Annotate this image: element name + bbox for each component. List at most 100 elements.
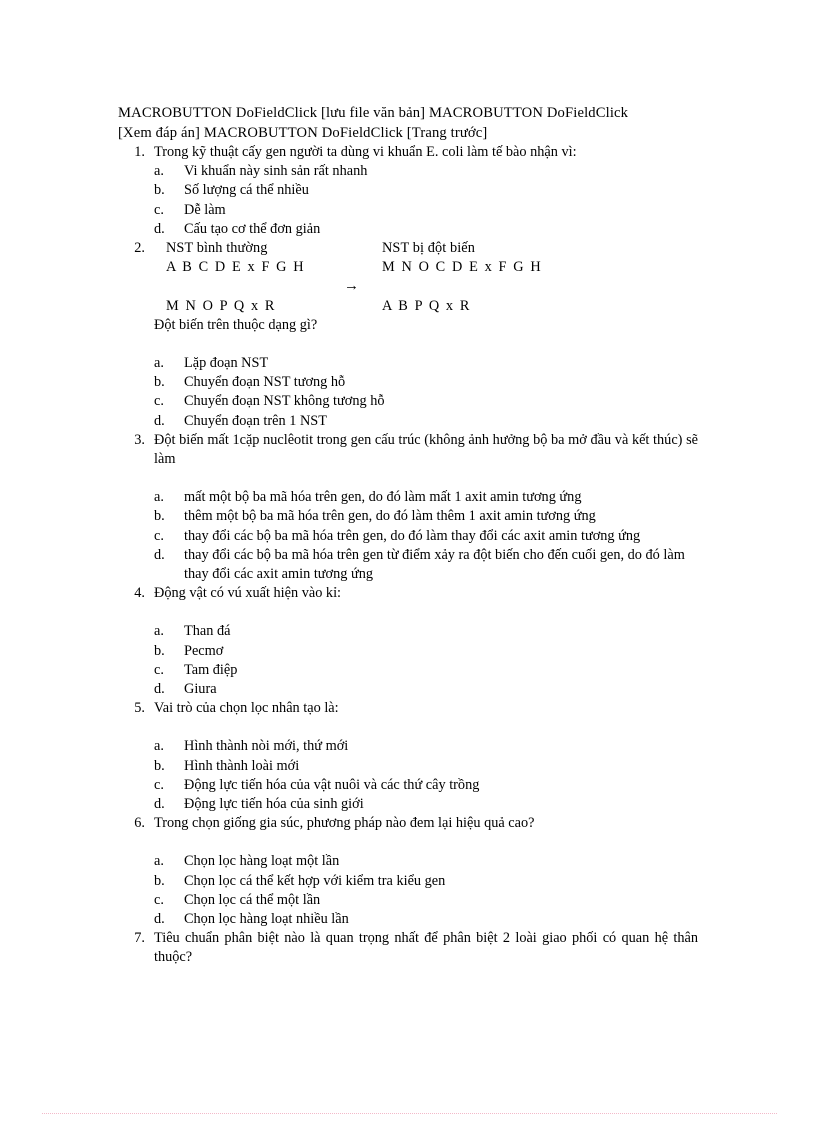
chromosome-label-normal: NST bình thường (166, 240, 268, 257)
answer-item[interactable]: a. Lặp đoạn NST (154, 354, 698, 373)
answer-list: a. mất một bộ ba mã hóa trên gen, do đó … (154, 488, 698, 584)
answer-letter: a. (154, 354, 164, 371)
question-prompt: Đột biến trên thuộc dạng gì? (154, 316, 318, 333)
answer-item[interactable]: c. Dễ làm (154, 201, 698, 220)
answer-list: a. Hình thành nòi mới, thứ mới b. Hình t… (154, 737, 698, 814)
answer-letter: b. (154, 872, 165, 889)
answer-item[interactable]: a. Hình thành nòi mới, thứ mới (154, 737, 698, 756)
answer-text: Dễ làm (184, 201, 226, 218)
answer-text: Chuyển đoạn NST tương hỗ (184, 374, 346, 391)
question-text: Vai trò của chọn lọc nhân tạo là: (154, 700, 339, 717)
answer-text: mất một bộ ba mã hóa trên gen, do đó làm… (184, 489, 582, 506)
answer-list: a. Vi khuẩn này sinh sản rất nhanh b. Số… (154, 162, 698, 239)
macro-header: MACROBUTTON DoFieldClick [lưu file văn b… (118, 104, 698, 143)
answer-item[interactable]: d. thay đổi các bộ ba mã hóa trên gen từ… (154, 546, 698, 584)
answer-item[interactable]: a. Chọn lọc hàng loạt một lần (154, 852, 698, 871)
answer-text: Động lực tiến hóa của sinh giới (184, 796, 364, 813)
question-text: Tiêu chuẩn phân biệt nào là quan trọng n… (154, 930, 698, 966)
answer-item[interactable]: d. Giura (154, 680, 698, 699)
answer-text: Pecmơ (184, 642, 224, 659)
answer-text: Chọn lọc hàng loạt nhiều lần (184, 911, 349, 928)
question-text: Đột biến mất 1cặp nuclêotit trong gen cấ… (154, 431, 698, 467)
answer-letter: c. (154, 776, 164, 793)
answer-item[interactable]: b. Số lượng cá thể nhiều (154, 181, 698, 200)
question-text: Trong chọn giống gia súc, phương pháp nà… (154, 815, 535, 832)
answer-text: Cấu tạo cơ thể đơn giản (184, 220, 321, 237)
question-item: 1. Trong kỹ thuật cấy gen người ta dùng … (118, 143, 698, 239)
question-item: 2. NST bình thường NST bị đột biến A B C… (118, 239, 698, 431)
answer-letter: b. (154, 757, 165, 774)
answer-text: Giura (184, 681, 217, 698)
question-number: 7. (134, 930, 145, 947)
answer-letter: a. (154, 623, 164, 640)
question-number: 6. (134, 815, 145, 832)
answer-item[interactable]: d. Chọn lọc hàng loạt nhiều lần (154, 910, 698, 929)
answer-letter: c. (154, 661, 164, 678)
question-number: 1. (134, 144, 145, 160)
chromosome-sequence-left-1: A B C D E x F G H (166, 259, 306, 276)
answer-item[interactable]: c. Chọn lọc cá thể một lần (154, 891, 698, 910)
chromosome-sequence-row: A B C D E x F G H M N O C D E x F G H (154, 258, 698, 277)
question-number: 4. (134, 585, 145, 602)
answer-letter: a. (154, 738, 164, 755)
answer-item[interactable]: b. Pecmơ (154, 642, 698, 661)
answer-letter: b. (154, 374, 165, 391)
question-text: Trong kỹ thuật cấy gen người ta dùng vi … (154, 144, 577, 160)
question-text: Động vật có vú xuất hiện vào kỉ: (154, 585, 342, 602)
question-list: 1. Trong kỹ thuật cấy gen người ta dùng … (118, 143, 698, 968)
chromosome-label-mutant: NST bị đột biến (382, 240, 475, 257)
question-item: 7. Tiêu chuẩn phân biệt nào là quan trọn… (118, 929, 698, 967)
answer-item[interactable]: d. Chuyển đoạn trên 1 NST (154, 412, 698, 431)
answer-list: a. Chọn lọc hàng loạt một lần b. Chọn lọ… (154, 852, 698, 929)
macro-header-line-2: [Xem đáp án] MACROBUTTON DoFieldClick [T… (118, 124, 488, 141)
question-item: 3. Đột biến mất 1cặp nuclêotit trong gen… (118, 431, 698, 584)
answer-letter: b. (154, 642, 165, 659)
answer-letter: d. (154, 796, 165, 813)
answer-item[interactable]: c. Tam điệp (154, 661, 698, 680)
answer-item[interactable]: b. Chọn lọc cá thể kết hợp với kiểm tra … (154, 872, 698, 891)
answer-text: Hình thành nòi mới, thứ mới (184, 738, 349, 755)
answer-list: a. Lặp đoạn NST b. Chuyển đoạn NST tương… (154, 354, 698, 431)
answer-item[interactable]: a. mất một bộ ba mã hóa trên gen, do đó … (154, 488, 698, 507)
answer-text: Vi khuẩn này sinh sản rất nhanh (184, 163, 368, 180)
answer-letter: a. (154, 853, 164, 870)
answer-item[interactable]: b. thêm một bộ ba mã hóa trên gen, do đó… (154, 507, 698, 526)
question-item: 4. Động vật có vú xuất hiện vào kỉ: a. T… (118, 584, 698, 699)
answer-text: Tam điệp (184, 661, 238, 678)
answer-item[interactable]: b. Hình thành loài mới (154, 757, 698, 776)
answer-item[interactable]: b. Chuyển đoạn NST tương hỗ (154, 373, 698, 392)
answer-item[interactable]: c. thay đổi các bộ ba mã hóa trên gen, d… (154, 527, 698, 546)
answer-text: Chọn lọc cá thể một lần (184, 891, 321, 908)
answer-item[interactable]: c. Động lực tiến hóa của vật nuôi và các… (154, 776, 698, 795)
answer-text: Số lượng cá thể nhiều (184, 182, 309, 199)
answer-item[interactable]: a. Vi khuẩn này sinh sản rất nhanh (154, 162, 698, 181)
answer-item[interactable]: d. Cấu tạo cơ thể đơn giản (154, 220, 698, 239)
chromosome-label-row: NST bình thường NST bị đột biến (154, 239, 698, 258)
answer-letter: c. (154, 891, 164, 908)
answer-letter: d. (154, 911, 165, 928)
macro-header-line-1: MACROBUTTON DoFieldClick [lưu file văn b… (118, 105, 629, 121)
document-body: MACROBUTTON DoFieldClick [lưu file văn b… (118, 104, 698, 968)
answer-letter: d. (154, 412, 165, 429)
answer-item[interactable]: c. Chuyển đoạn NST không tương hỗ (154, 392, 698, 411)
answer-text: thêm một bộ ba mã hóa trên gen, do đó là… (184, 508, 596, 525)
answer-item[interactable]: d. Động lực tiến hóa của sinh giới (154, 795, 698, 814)
transformation-arrow-row: → (154, 277, 698, 296)
question-number: 3. (134, 431, 145, 448)
answer-letter: b. (154, 182, 165, 199)
answer-letter: d. (154, 681, 165, 698)
answer-letter: c. (154, 527, 164, 544)
chromosome-sequence-right-2: A B P Q x R (382, 297, 471, 314)
question-item: 5. Vai trò của chọn lọc nhân tạo là: a. … (118, 699, 698, 814)
answer-letter: d. (154, 220, 165, 237)
chromosome-sequence-right-1: M N O C D E x F G H (382, 259, 543, 276)
answer-item[interactable]: a. Than đá (154, 622, 698, 641)
answer-text: Chuyển đoạn trên 1 NST (184, 412, 327, 429)
answer-text: Hình thành loài mới (184, 757, 300, 774)
answer-list: a. Than đá b. Pecmơ c. Tam điệp d. Giura (154, 622, 698, 699)
answer-letter: a. (154, 163, 164, 180)
